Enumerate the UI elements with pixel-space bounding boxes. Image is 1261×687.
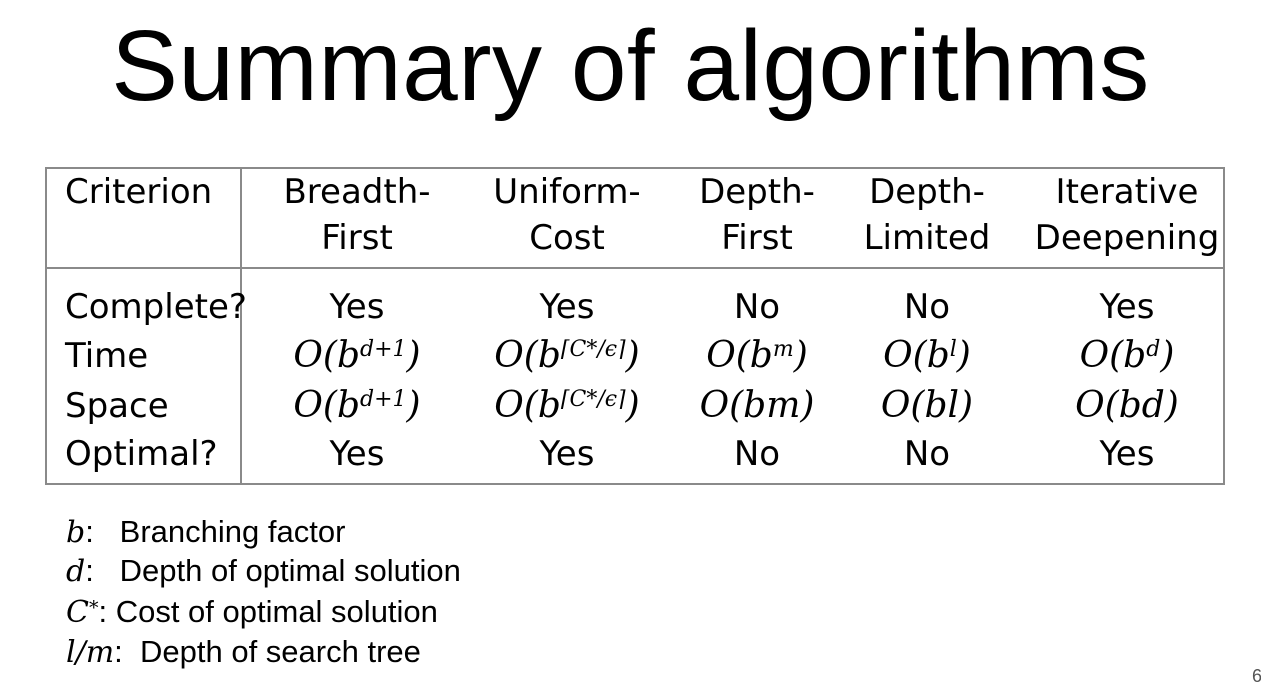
table-divider-horizontal (47, 267, 1223, 269)
header-line: First (321, 218, 393, 258)
complexity-base: O(bl) (880, 385, 974, 426)
complexity-close: ) (1160, 335, 1175, 376)
complexity-exponent: ⌈C*/ϵ⌉ (560, 337, 626, 362)
header-criterion: Criterion (65, 169, 212, 215)
complexity-base: O(b (494, 335, 561, 376)
complexity-base: O(b (293, 385, 361, 426)
row-optimal-value: No (903, 434, 951, 474)
legend-symbol: b (66, 515, 86, 550)
comparison-table: Criterion Breadth- First Uniform- Cost D… (45, 167, 1225, 485)
row-optimal-value: Yes (329, 434, 385, 474)
row-complete-value: Yes (539, 287, 595, 327)
complexity-exponent: d+1 (360, 387, 407, 412)
row-optimal-value: Yes (539, 434, 595, 474)
complexity-base: O(bm) (699, 385, 815, 426)
row-time-value: O(bl) (817, 333, 1037, 379)
legend-description: : Cost of optimal solution (98, 594, 438, 629)
row-optimal-criterion: Optimal? (65, 434, 218, 474)
complexity-exponent: l (949, 337, 957, 362)
header-depth-limited: Depth- Limited (827, 169, 1027, 261)
header-line: Uniform- (493, 172, 641, 212)
row-complete-value: Yes (1099, 287, 1155, 327)
row-time-value: O(bd+1) (247, 333, 467, 379)
complexity-exponent: d (1146, 337, 1161, 362)
legend-symbol: d (66, 554, 86, 589)
row-space-value: O(bd) (1017, 383, 1237, 429)
row-complete-value: Yes (329, 287, 385, 327)
complexity-close: ) (625, 385, 640, 426)
legend-symbol: l/m (66, 635, 115, 670)
row-space-value: O(bd+1) (247, 383, 467, 429)
legend-item: d: Depth of optimal solution (66, 551, 461, 592)
row-complete-value: No (903, 287, 951, 327)
legend-item: C*: Cost of optimal solution (66, 592, 438, 633)
header-line: Limited (863, 218, 991, 258)
complexity-close: ) (625, 335, 640, 376)
row-space-value: O(bl) (817, 383, 1037, 429)
complexity-close: ) (406, 335, 421, 376)
legend-description: : Branching factor (85, 514, 346, 549)
slide-title: Summary of algorithms (111, 10, 1150, 122)
legend-symbol: C* (66, 595, 99, 630)
complexity-exponent: m (772, 337, 794, 362)
page-number: 6 (1252, 666, 1261, 686)
header-line: Iterative (1055, 172, 1199, 212)
complexity-exponent: ⌈C*/ϵ⌉ (560, 387, 626, 412)
header-criterion-label: Criterion (65, 172, 213, 212)
legend-item: b: Branching factor (66, 512, 345, 553)
header-breadth-first: Breadth- First (242, 169, 472, 261)
complexity-close: ) (956, 335, 971, 376)
row-complete-criterion: Complete? (65, 287, 247, 327)
complexity-close: ) (793, 335, 808, 376)
header-iterative-deepening: Iterative Deepening (1022, 169, 1232, 261)
header-line: Deepening (1034, 218, 1220, 258)
header-line: Cost (529, 218, 605, 258)
row-optimal-value: Yes (1099, 434, 1155, 474)
header-uniform-cost: Uniform- Cost (452, 169, 682, 261)
complexity-exponent: d+1 (360, 337, 407, 362)
header-line: Breadth- (283, 172, 431, 212)
complexity-base: O(b (494, 385, 561, 426)
legend-description: : Depth of optimal solution (85, 553, 461, 588)
legend-item: l/m: Depth of search tree (66, 632, 421, 673)
complexity-base: O(b (1079, 335, 1147, 376)
row-time-criterion: Time (65, 336, 149, 376)
complexity-close: ) (406, 385, 421, 426)
row-space-value: O(b⌈C*/ϵ⌉) (457, 383, 677, 429)
complexity-base: O(b (883, 335, 950, 376)
legend-description: : Depth of search tree (114, 634, 421, 669)
row-time-value: O(bd) (1017, 333, 1237, 379)
header-line: Depth- (869, 172, 985, 212)
complexity-base: O(b (706, 335, 773, 376)
complexity-base: O(b (293, 335, 361, 376)
row-time-value: O(b⌈C*/ϵ⌉) (457, 333, 677, 379)
complexity-base: O(bd) (1075, 385, 1179, 426)
row-space-criterion: Space (65, 386, 169, 426)
